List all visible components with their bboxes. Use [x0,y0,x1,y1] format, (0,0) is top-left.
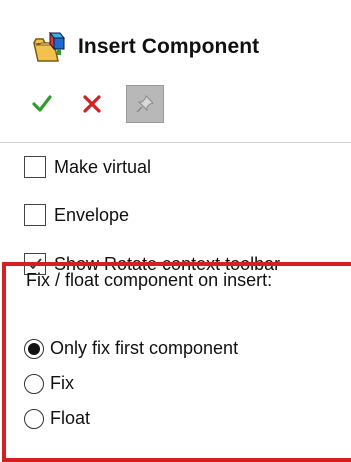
action-toolbar [24,84,164,124]
cancel-button[interactable] [74,86,110,122]
option-label: Envelope [54,204,130,225]
option-make-virtual[interactable]: Make virtual [24,156,151,178]
envelope-checkbox[interactable] [24,204,46,226]
radio-selected-dot [28,342,40,355]
float-radio[interactable] [24,408,44,429]
insert-component-icon [32,31,68,63]
radio-float[interactable]: Float [24,408,90,429]
radio-label: Fix [50,373,74,393]
keep-visible-pin-button[interactable] [126,85,164,123]
close-icon [83,95,101,113]
fix-float-label: Fix / float component on insert: [26,270,273,290]
radio-label: Float [50,408,91,428]
ok-button[interactable] [24,86,60,122]
page-title: Insert Component [78,35,260,58]
option-envelope[interactable]: Envelope [24,204,129,226]
section-divider [0,142,351,143]
radio-only-fix-first[interactable]: Only fix first component [24,338,238,359]
radio-fix[interactable]: Fix [24,373,74,394]
property-manager-header: Insert Component [32,27,259,67]
highlight-box [2,262,351,462]
radio-label: Only fix first component [50,338,239,358]
fix-radio[interactable] [24,373,44,394]
only-fix-first-radio[interactable] [24,338,44,359]
make-virtual-checkbox[interactable] [24,156,46,178]
option-label: Make virtual [54,156,152,177]
pushpin-icon [136,95,154,113]
checkmark-icon [32,95,52,112]
